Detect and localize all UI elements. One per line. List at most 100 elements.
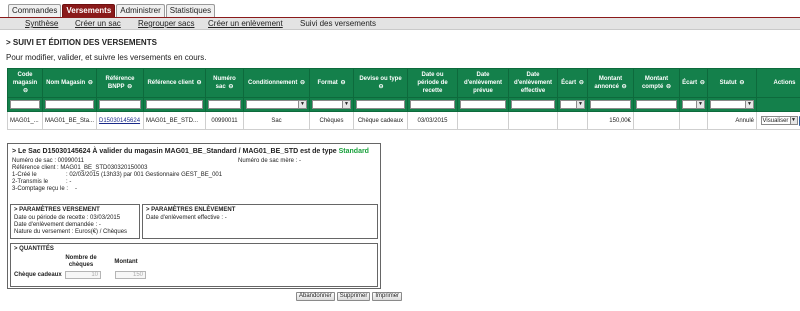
filter-ecart-1-select[interactable]: ▼ bbox=[560, 100, 585, 109]
col-montant-compte[interactable]: Montant compté ⊖ bbox=[633, 68, 680, 98]
filter-montant-compte-input[interactable] bbox=[636, 100, 677, 109]
col-format[interactable]: Format ⊖ bbox=[309, 68, 354, 98]
chevron-down-icon[interactable]: ▼ bbox=[576, 101, 584, 108]
abandonner-button[interactable]: Abandonner bbox=[296, 292, 335, 301]
transmis-label: 2-Transmis le bbox=[12, 179, 49, 185]
tab-statistiques[interactable]: Statistiques bbox=[165, 4, 216, 18]
ref-bnpp-link[interactable]: D15030145624 bbox=[99, 118, 140, 124]
parametres-versement-title: > PARAMÈTRES VERSEMENT bbox=[14, 207, 100, 213]
filter-format-select[interactable]: ▼ bbox=[312, 100, 351, 109]
sort-icon[interactable]: ⊖ bbox=[300, 80, 305, 86]
filter-row: ▼ ▼ ▼ ▼ ▼ bbox=[7, 97, 800, 112]
table-header-row: Code magasin ⊖ Nom Magasin ⊖ Référence B… bbox=[7, 68, 800, 98]
col-reference-bnpp[interactable]: Référence BNPP ⊖ bbox=[96, 68, 144, 98]
chevron-down-icon[interactable]: ▼ bbox=[342, 101, 350, 108]
col-devise[interactable]: Devise ou type ⊖ bbox=[353, 68, 408, 98]
numero-sac: Numéro de sac : 00990011 bbox=[12, 158, 84, 164]
filter-reference-bnpp-input[interactable] bbox=[99, 100, 141, 109]
numero-sac-mere: Numéro de sac mère : - bbox=[238, 158, 302, 164]
col-montant: Montant bbox=[114, 259, 138, 265]
parametres-versement-box: > PARAMÈTRES VERSEMENT Date ou période d… bbox=[10, 204, 140, 239]
sort-icon[interactable]: ⊖ bbox=[127, 84, 132, 90]
filter-date-prevue-input[interactable] bbox=[460, 100, 506, 109]
col-statut[interactable]: Statut ⊖ bbox=[707, 68, 757, 98]
col-montant-annonce[interactable]: Montant annoncé ⊖ bbox=[587, 68, 634, 98]
col-date-prevue[interactable]: Date d'enlèvement prévue bbox=[457, 68, 509, 98]
subnav-regrouper-sacs[interactable]: Regrouper sacs bbox=[138, 19, 194, 28]
col-nombre-cheques: Nombre de chèques bbox=[65, 255, 97, 268]
chevron-down-icon[interactable]: ▼ bbox=[298, 101, 306, 108]
col-reference-client[interactable]: Référence client ⊖ bbox=[143, 68, 206, 98]
cell-ecart-1 bbox=[557, 111, 588, 130]
sort-icon[interactable]: ⊖ bbox=[340, 80, 345, 86]
cell-conditionnement: Sac bbox=[243, 111, 310, 130]
subnav-creer-sac[interactable]: Créer un sac bbox=[75, 19, 121, 28]
filter-ecart-2-select[interactable]: ▼ bbox=[682, 100, 705, 109]
cell-date-prevue bbox=[457, 111, 509, 130]
sort-icon[interactable]: ⊖ bbox=[700, 80, 705, 86]
supprimer-button[interactable]: Supprimer bbox=[336, 292, 371, 301]
col-code-magasin[interactable]: Code magasin ⊖ bbox=[7, 68, 43, 98]
tab-commandes[interactable]: Commandes bbox=[8, 4, 62, 18]
col-conditionnement[interactable]: Conditionnement ⊖ bbox=[243, 68, 310, 98]
sort-icon[interactable]: ⊖ bbox=[378, 84, 383, 90]
sort-icon[interactable]: ⊖ bbox=[23, 88, 28, 94]
tab-versements[interactable]: Versements bbox=[62, 4, 116, 18]
main-tabs: Commandes Versements Administrer Statist… bbox=[8, 4, 216, 18]
col-ecart-2[interactable]: Écart ⊖ bbox=[679, 68, 708, 98]
filter-conditionnement-select[interactable]: ▼ bbox=[246, 100, 307, 109]
filter-code-magasin-input[interactable] bbox=[10, 100, 40, 109]
filter-devise-input[interactable] bbox=[356, 100, 405, 109]
sort-icon[interactable]: ⊖ bbox=[666, 84, 671, 90]
page-title: > SUIVI ET ÉDITION DES VERSEMENTS bbox=[6, 38, 157, 47]
detail-title: > Le Sac D15030145624 À valider du magas… bbox=[12, 148, 369, 155]
detail-panel: > Le Sac D15030145624 À valider du magas… bbox=[7, 143, 381, 289]
sort-icon[interactable]: ⊖ bbox=[622, 84, 627, 90]
filter-nom-magasin-input[interactable] bbox=[45, 100, 94, 109]
sub-navigation: Synthèse Créer un sac Regrouper sacs Cré… bbox=[0, 18, 800, 30]
cell-devise: Chèque cadeaux bbox=[353, 111, 408, 130]
filter-numero-sac-input[interactable] bbox=[208, 100, 241, 109]
date-recette-line: Date ou période de recette : 03/03/2015 bbox=[14, 215, 121, 221]
quantites-box: > QUANTITÉS Nombre de chèques Montant Ch… bbox=[10, 243, 378, 287]
filter-reference-client-input[interactable] bbox=[146, 100, 203, 109]
cell-date-effective bbox=[508, 111, 558, 130]
sort-icon[interactable]: ⊖ bbox=[579, 80, 584, 86]
comptage-value: - bbox=[75, 186, 77, 192]
chevron-down-icon[interactable]: ▼ bbox=[696, 101, 704, 108]
col-date-effective[interactable]: Date d'enlèvement effective bbox=[508, 68, 558, 98]
nombre-cheques-field: 10 bbox=[65, 271, 101, 279]
col-date-recette[interactable]: Date ou période de recette bbox=[407, 68, 458, 98]
col-nom-magasin[interactable]: Nom Magasin ⊖ bbox=[42, 68, 97, 98]
cell-actions: Visualiser▼➜ bbox=[756, 111, 800, 130]
imprimer-button[interactable]: Imprimer bbox=[372, 292, 403, 301]
chevron-down-icon[interactable]: ▼ bbox=[789, 117, 797, 124]
col-ecart-1[interactable]: Écart ⊖ bbox=[557, 68, 588, 98]
sort-icon[interactable]: ⊖ bbox=[197, 80, 202, 86]
tab-administrer[interactable]: Administrer bbox=[116, 4, 165, 18]
col-numero-sac[interactable]: Numéro sac ⊖ bbox=[205, 68, 244, 98]
type-standard: Standard bbox=[338, 148, 369, 155]
table-row[interactable]: MAG01_... MAG01_BE_Sta... D15030145624 M… bbox=[7, 111, 800, 130]
sort-icon[interactable]: ⊖ bbox=[228, 84, 233, 90]
parametres-enlevement-box: > PARAMÈTRES ENLÈVEMENT Date d'enlèvemen… bbox=[142, 204, 378, 239]
cree-le-value: : 02/03/2015 (13h33) par 001 Gestionnair… bbox=[66, 172, 223, 178]
action-select[interactable]: Visualiser ▼ bbox=[760, 116, 798, 125]
date-enlevement-demandee-line: Date d'enlèvement demandée : - bbox=[14, 222, 101, 228]
chevron-down-icon[interactable]: ▼ bbox=[745, 101, 753, 108]
subnav-creer-enlevement[interactable]: Créer un enlèvement bbox=[208, 19, 283, 28]
cheque-cadeaux-label: Chèque cadeaux bbox=[14, 272, 62, 278]
versements-table: Code magasin ⊖ Nom Magasin ⊖ Référence B… bbox=[7, 68, 800, 130]
filter-statut-select[interactable]: ▼ bbox=[710, 100, 754, 109]
subnav-synthese[interactable]: Synthèse bbox=[25, 19, 58, 28]
filter-date-recette-input[interactable] bbox=[410, 100, 455, 109]
filter-date-effective-input[interactable] bbox=[511, 100, 555, 109]
parametres-enlevement-title: > PARAMÈTRES ENLÈVEMENT bbox=[146, 207, 236, 213]
cell-format: Chèques bbox=[309, 111, 354, 130]
sort-icon[interactable]: ⊖ bbox=[739, 80, 744, 86]
cree-le-label: 1-Créé le bbox=[12, 172, 37, 178]
montant-field: 150 bbox=[115, 271, 146, 279]
filter-montant-annonce-input[interactable] bbox=[590, 100, 631, 109]
cell-code-magasin: MAG01_... bbox=[7, 111, 43, 130]
sort-icon[interactable]: ⊖ bbox=[88, 80, 93, 86]
